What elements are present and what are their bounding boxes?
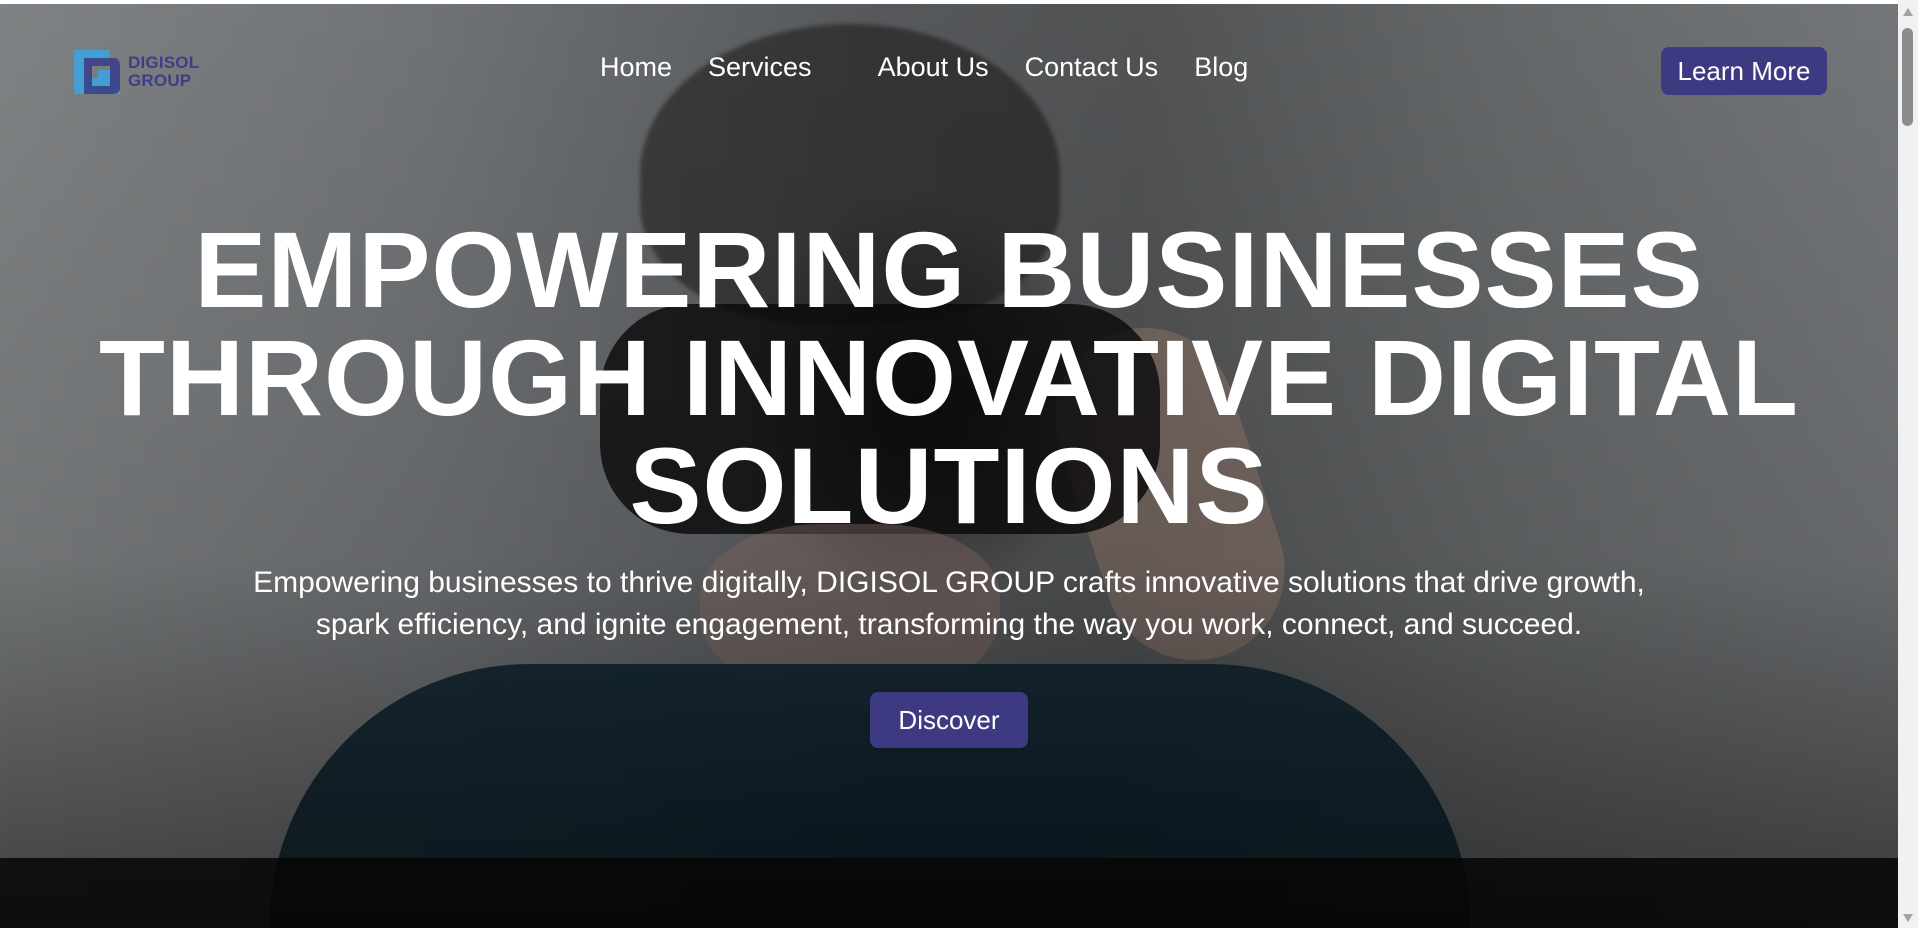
hero-title-line1: EMPOWERING BUSINESSES: [194, 209, 1704, 330]
brand-logo[interactable]: DIGISOL GROUP: [70, 48, 199, 96]
hero-subtitle-line1: Empowering businesses to thrive digitall…: [253, 566, 1645, 599]
scroll-up-arrow-icon[interactable]: [1903, 8, 1913, 16]
hero-title-line3: SOLUTIONS: [629, 425, 1269, 546]
hero-title-line2: THROUGH INNOVATIVE DIGITAL: [99, 317, 1799, 438]
hero-subtitle: Empowering businesses to thrive digitall…: [170, 562, 1728, 646]
hero-section: DIGISOL GROUP Home Services About Us Con…: [0, 4, 1898, 928]
nav-blog[interactable]: Blog: [1194, 52, 1248, 83]
logo-line1: DIGISOL: [128, 53, 200, 72]
nav-contact-us[interactable]: Contact Us: [1025, 52, 1159, 83]
learn-more-button[interactable]: Learn More: [1661, 47, 1827, 95]
nav-services[interactable]: Services: [708, 52, 812, 83]
scrollbar-thumb[interactable]: [1902, 28, 1913, 126]
vertical-scrollbar[interactable]: [1898, 0, 1918, 928]
main-nav: Home Services About Us Contact Us Blog: [600, 52, 1284, 83]
nav-home[interactable]: Home: [600, 52, 672, 83]
logo-line2: GROUP: [128, 71, 192, 90]
hero-subtitle-line2: spark efficiency, and ignite engagement,…: [315, 608, 1583, 641]
discover-button[interactable]: Discover: [870, 692, 1028, 748]
logo-icon: [70, 48, 122, 96]
hero-title: EMPOWERING BUSINESSES THROUGH INNOVATIVE…: [60, 216, 1838, 540]
logo-wordmark: DIGISOL GROUP: [128, 54, 199, 90]
nav-about-us[interactable]: About Us: [878, 52, 989, 83]
scroll-down-arrow-icon[interactable]: [1903, 914, 1913, 922]
